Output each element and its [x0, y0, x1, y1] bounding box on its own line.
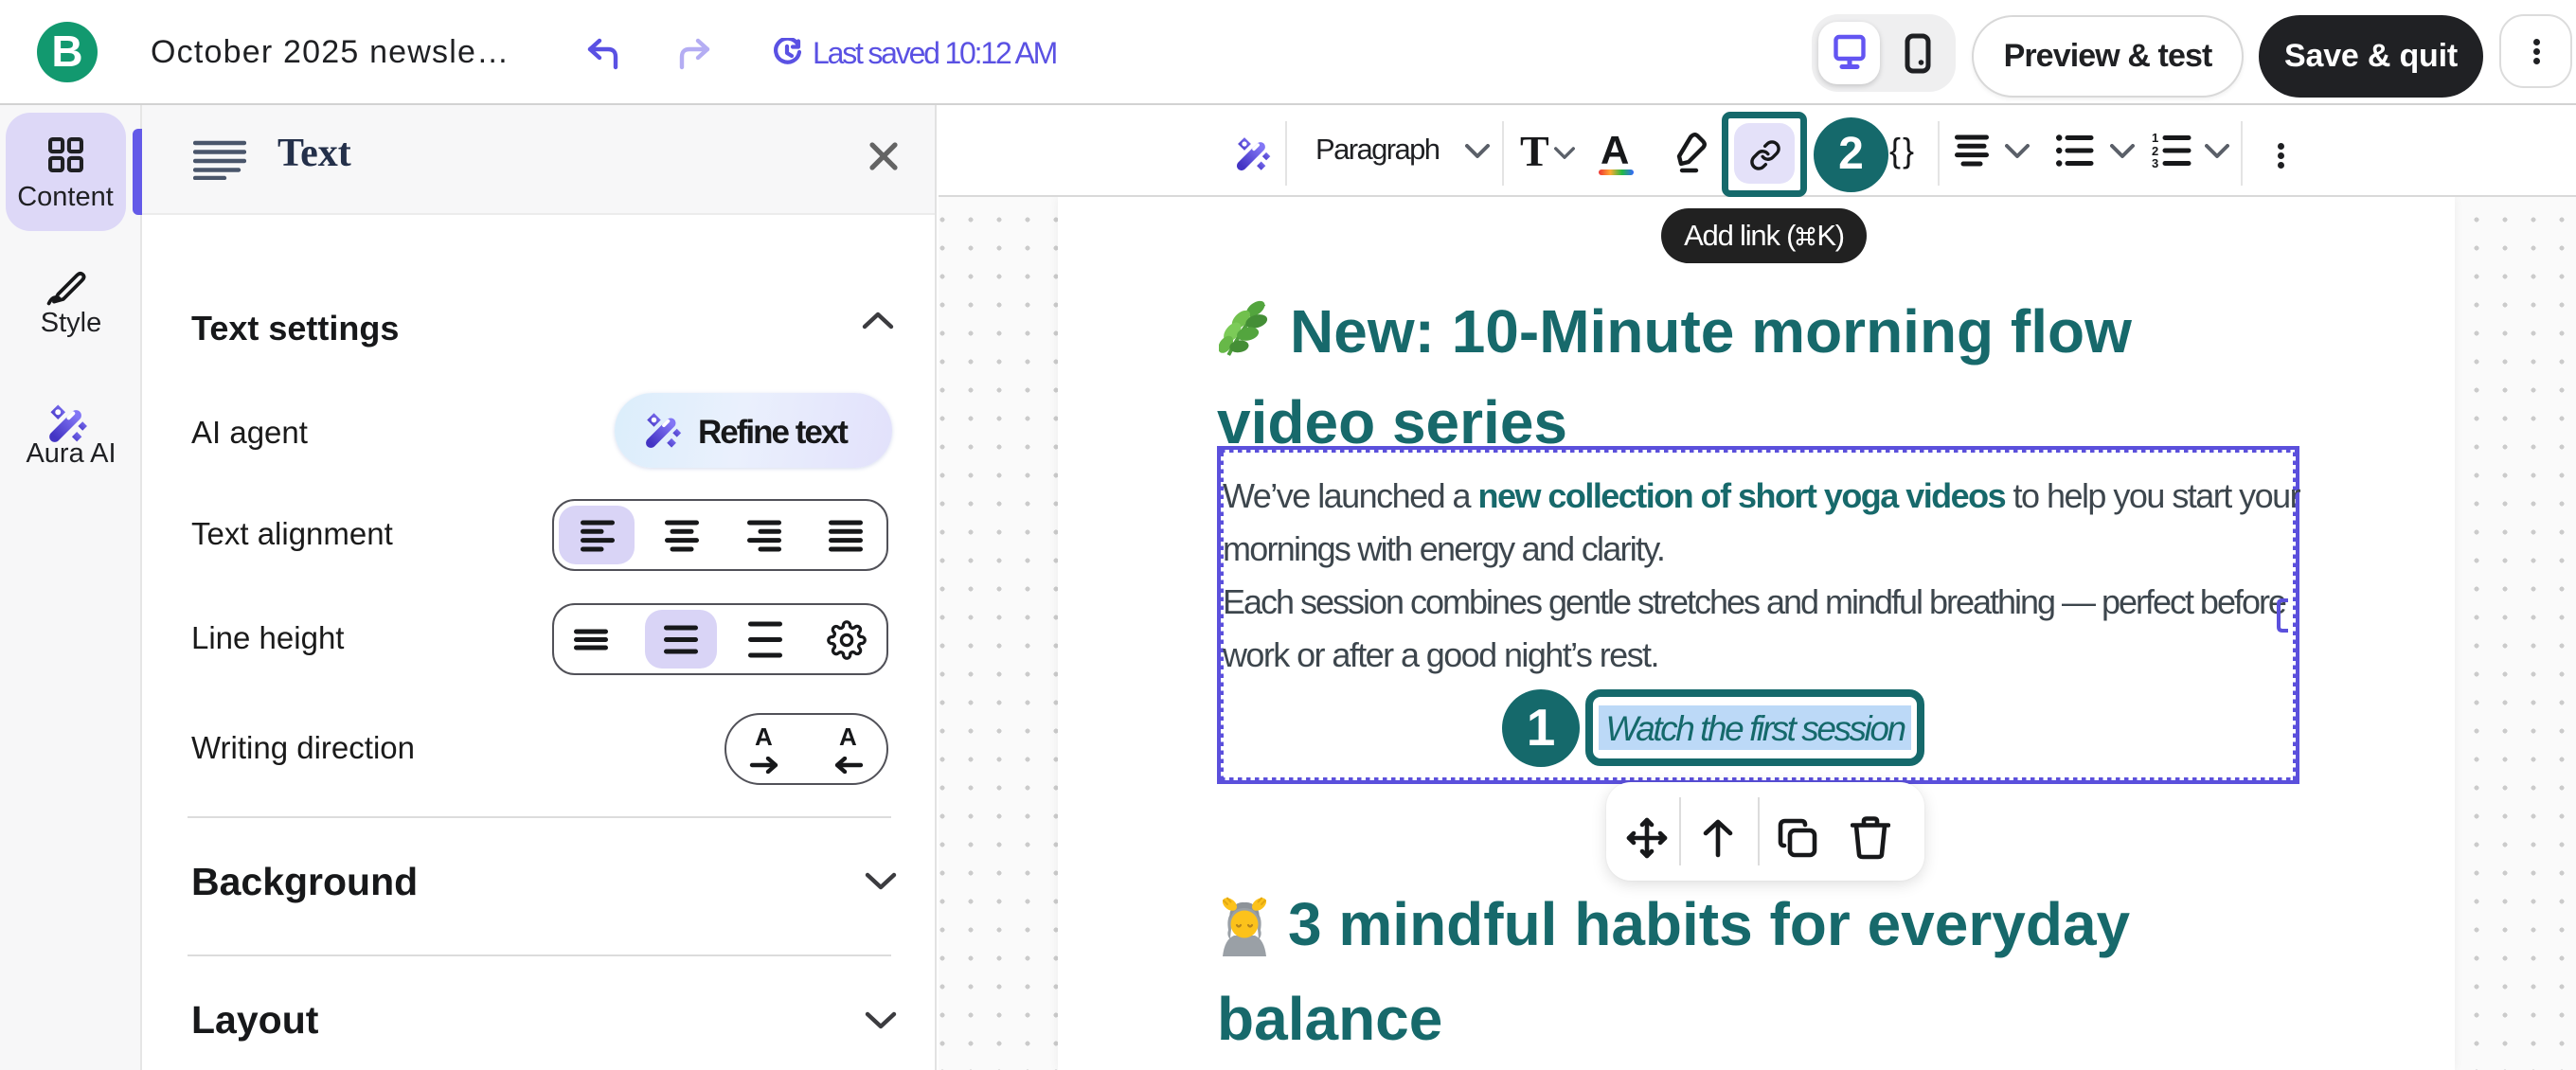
svg-text:3: 3 [2152, 156, 2158, 169]
